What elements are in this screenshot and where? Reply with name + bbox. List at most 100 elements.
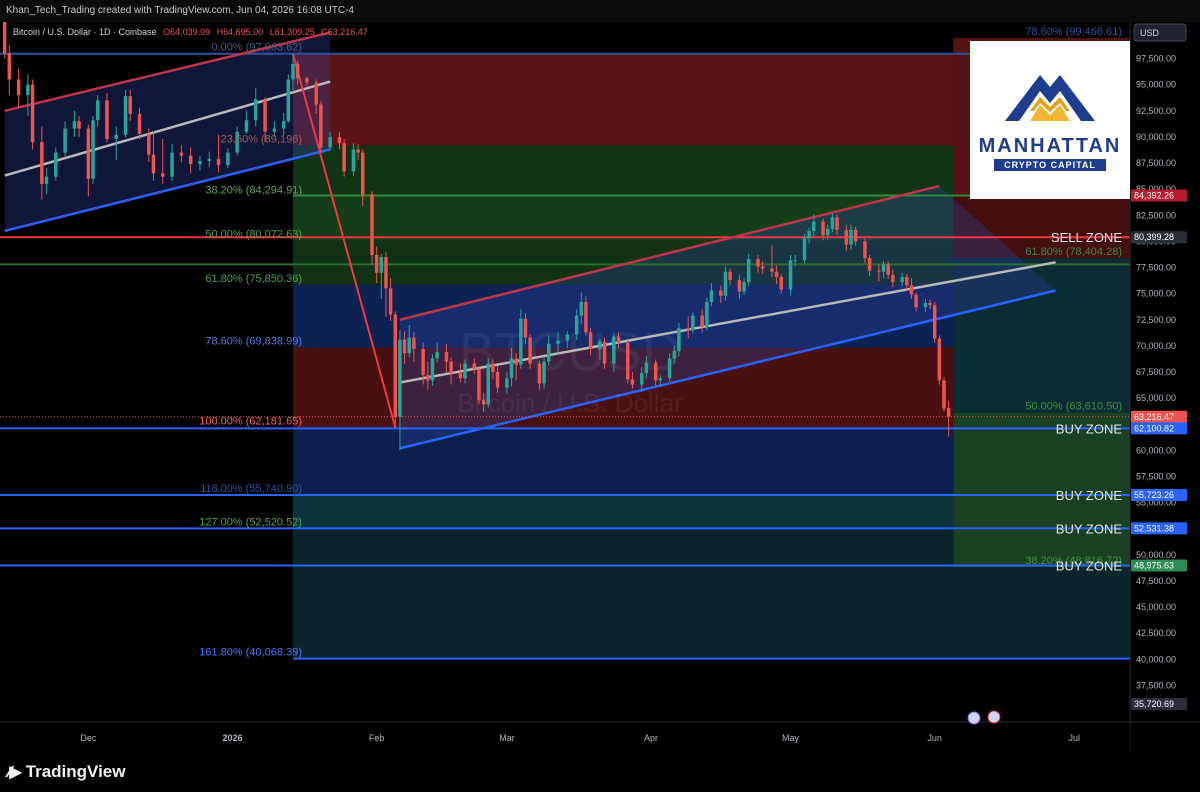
candle-body[interactable] [686,328,690,331]
candle-body[interactable] [905,276,909,286]
candle-body[interactable] [588,332,593,350]
candle-body[interactable] [886,264,890,275]
candle-body[interactable] [802,238,807,261]
event-flag-icon[interactable] [987,710,1001,724]
candle-body[interactable] [114,134,118,140]
currency-button-label[interactable]: USD [1140,28,1160,38]
candle-body[interactable] [877,270,881,272]
candle-body[interactable] [672,351,677,359]
candle-body[interactable] [630,379,635,385]
candle-body[interactable] [537,363,542,384]
candle-body[interactable] [486,363,491,405]
candle-body[interactable] [351,149,356,172]
candle-body[interactable] [932,305,937,339]
candle-body[interactable] [384,257,388,289]
candle-body[interactable] [86,128,91,179]
candle-body[interactable] [7,53,12,80]
candle-body[interactable] [556,340,560,344]
currency-button[interactable]: USD [1133,23,1187,42]
candle-body[interactable] [709,290,714,302]
candle-body[interactable] [291,63,295,80]
candle-body[interactable] [528,337,532,364]
candle-body[interactable] [170,152,174,177]
candle-body[interactable] [909,285,914,295]
candle-body[interactable] [407,337,411,354]
candle-body[interactable] [546,343,551,362]
candle-body[interactable] [128,96,132,114]
candle-body[interactable] [444,352,449,362]
candle-body[interactable] [481,400,486,405]
candle-body[interactable] [328,136,332,148]
candle-body[interactable] [639,373,644,385]
candle-body[interactable] [179,152,184,156]
candle-body[interactable] [207,158,212,161]
candle-body[interactable] [849,229,853,245]
candle-body[interactable] [147,133,151,155]
candle-body[interactable] [244,120,249,132]
candle-body[interactable] [598,341,602,350]
candle-body[interactable] [16,79,21,96]
candle-body[interactable] [914,294,918,308]
candle-body[interactable] [923,303,928,308]
candle-body[interactable] [463,363,467,379]
candle-body[interactable] [40,142,44,184]
candle-body[interactable] [319,104,323,148]
candle-body[interactable] [54,152,58,177]
candle-body[interactable] [198,160,202,165]
candle-body[interactable] [658,378,663,381]
candle-body[interactable] [760,266,765,269]
candle-body[interactable] [565,334,570,341]
candle-body[interactable] [626,342,630,380]
candle-body[interactable] [398,339,402,417]
candle-body[interactable] [779,276,783,290]
candle-body[interactable] [612,336,616,364]
candle-body[interactable] [137,113,142,134]
candle-body[interactable] [2,22,7,54]
candle-body[interactable] [426,375,430,381]
candle-body[interactable] [700,315,704,328]
candle-body[interactable] [44,176,49,184]
candle-body[interactable] [579,302,584,316]
candle-body[interactable] [295,63,300,79]
candle-body[interactable] [737,280,742,292]
candle-body[interactable] [477,368,481,401]
candle-body[interactable] [900,276,904,283]
candle-body[interactable] [807,230,811,239]
candle-body[interactable] [272,128,277,132]
candle-body[interactable] [821,221,825,236]
candle-body[interactable] [495,372,500,388]
time-axis-bg[interactable] [0,722,1130,752]
candle-body[interactable] [616,336,621,343]
candle-body[interactable] [188,155,193,165]
candle-body[interactable] [379,257,384,273]
candle-body[interactable] [449,361,453,374]
candle-body[interactable] [728,271,732,281]
candle-body[interactable] [844,229,849,245]
candle-body[interactable] [161,173,165,177]
candle-body[interactable] [72,121,77,129]
candle-body[interactable] [430,358,435,381]
candle-body[interactable] [505,378,509,388]
candle-body[interactable] [942,380,946,409]
candle-body[interactable] [472,363,477,369]
candle-body[interactable] [928,303,932,306]
candle-body[interactable] [756,259,760,267]
candle-body[interactable] [342,143,346,172]
candle-body[interactable] [812,221,816,231]
candle-body[interactable] [742,282,746,292]
candle-body[interactable] [793,260,797,262]
candle-body[interactable] [91,120,95,179]
candle-body[interactable] [705,302,709,328]
candle-body[interactable] [412,337,416,350]
candle-body[interactable] [337,136,342,144]
candle-body[interactable] [360,152,365,195]
candle-body[interactable] [30,84,35,143]
candle-body[interactable] [458,373,463,379]
event-flag-icon[interactable] [967,711,981,725]
candle-body[interactable] [937,338,942,381]
candle-body[interactable] [402,339,407,354]
candle-body[interactable] [835,217,839,230]
candle-body[interactable] [584,302,588,333]
candle-body[interactable] [263,99,267,132]
candle-body[interactable] [356,149,360,153]
